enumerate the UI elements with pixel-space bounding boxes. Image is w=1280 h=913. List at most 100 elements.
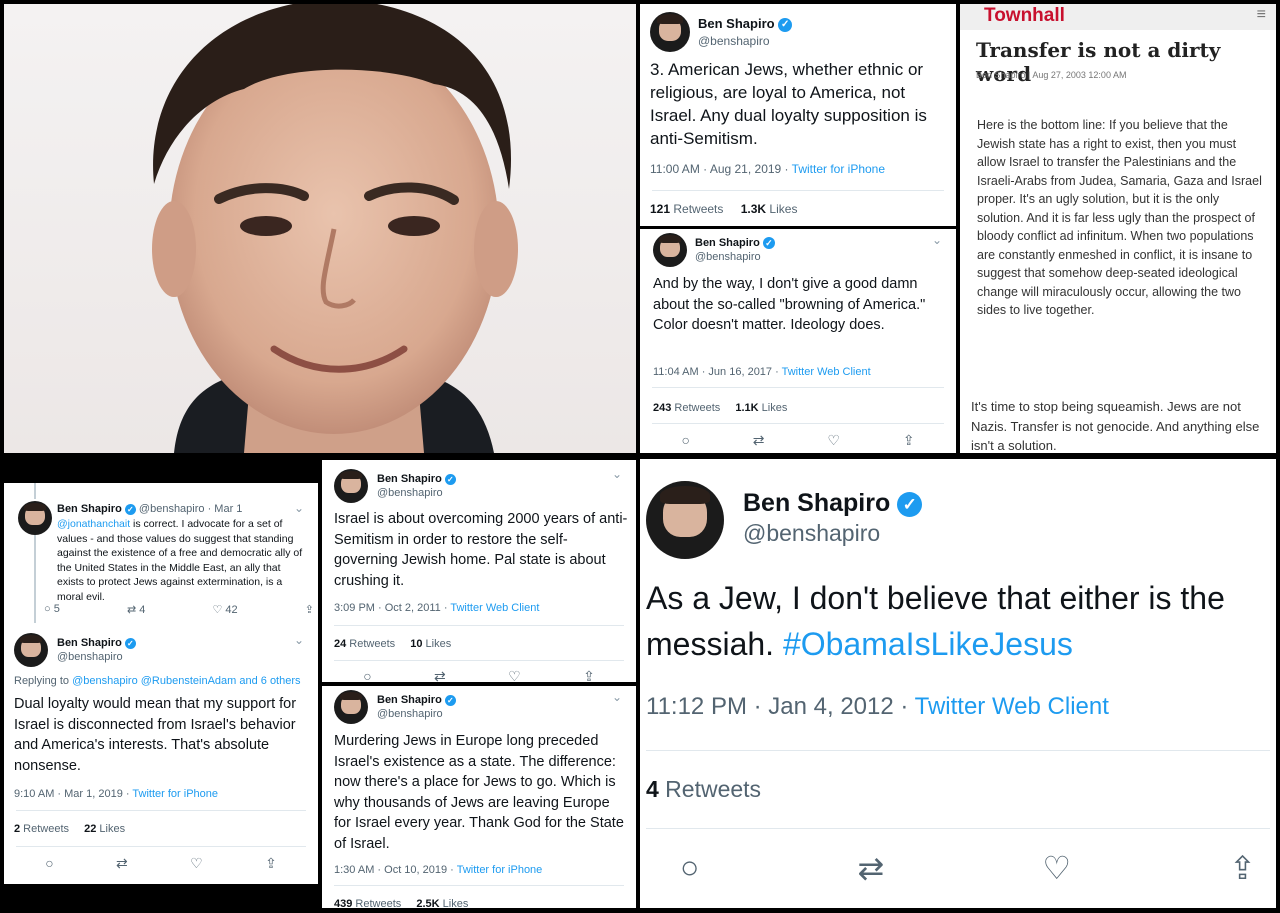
author-handle[interactable]: @benshapiro (743, 520, 880, 547)
divider (334, 660, 624, 661)
tweet-source[interactable]: Twitter for iPhone (792, 162, 885, 176)
mention-link[interactable]: @jonathanchait (57, 518, 130, 530)
author-name[interactable]: Ben Shapiro (698, 16, 775, 31)
thread-line (34, 483, 36, 499)
avatar[interactable] (14, 633, 48, 667)
retweet-count[interactable]: 2 Retweets (14, 823, 69, 835)
like-icon[interactable]: ♡ (1042, 849, 1071, 887)
tweet-timestamp[interactable]: 1:30 AM · Oct 10, 2019 · (334, 864, 457, 876)
author-handle[interactable]: @benshapiro (698, 34, 792, 48)
avatar[interactable] (650, 12, 690, 52)
like-count[interactable]: 1.1K Likes (735, 402, 787, 414)
tweet-timestamp[interactable]: 11:00 AM · Aug 21, 2019 · (650, 162, 792, 176)
avatar[interactable] (18, 501, 52, 535)
reply-icon[interactable]: ○ (680, 849, 699, 887)
parent-tweet-text: @jonathanchait is correct. I advocate fo… (57, 518, 303, 603)
retweet-button[interactable]: ⇄ 4 (127, 603, 145, 616)
article-paragraph: Here is the bottom line: If you believe … (977, 118, 1262, 317)
divider (652, 190, 944, 191)
tweet-card-murdering-jews-europe[interactable]: Ben Shapiro ✓ @benshapiro ⌄ Murdering Je… (322, 686, 636, 908)
replying-to: Replying to @benshapiro @RubensteinAdam … (14, 675, 301, 687)
article-byline: Ben Shapiro | Aug 27, 2003 12:00 AM (976, 70, 1127, 80)
author-name[interactable]: Ben Shapiro (695, 237, 760, 249)
share-icon[interactable]: ⇪ (265, 855, 277, 872)
tweet-card-dual-loyalty-nonsense[interactable]: Ben Shapiro ✓ @benshapiro · Mar 1 ⌄ @jon… (4, 483, 318, 884)
author-handle[interactable]: @benshapiro · Mar 1 (139, 503, 243, 515)
divider (16, 846, 306, 847)
retweet-count[interactable]: 243 Retweets (653, 402, 720, 414)
retweet-icon[interactable]: ⇄ (857, 849, 884, 887)
author-handle[interactable]: @benshapiro (57, 651, 136, 663)
replying-to-links[interactable]: @benshapiro @RubensteinAdam and 6 others (72, 675, 300, 687)
retweet-icon[interactable]: ⇄ (116, 855, 128, 872)
like-icon[interactable]: ♡ (827, 432, 840, 449)
author-name[interactable]: Ben Shapiro (57, 637, 122, 649)
tweet-timestamp[interactable]: 11:04 AM · Jun 16, 2017 · (653, 366, 782, 378)
author-handle[interactable]: @benshapiro (377, 487, 456, 499)
like-button[interactable]: ♡ 42 (212, 603, 237, 616)
tweet-source[interactable]: Twitter Web Client (450, 602, 539, 614)
retweet-icon[interactable]: ⇄ (434, 668, 446, 682)
retweet-icon[interactable]: ⇄ (753, 432, 765, 449)
tweet-timestamp[interactable]: 9:10 AM · Mar 1, 2019 · (14, 788, 132, 800)
tweet-source[interactable]: Twitter Web Client (915, 693, 1109, 720)
retweet-count[interactable]: 4 Retweets (646, 776, 761, 803)
like-count[interactable]: 10 Likes (410, 638, 451, 650)
chevron-down-icon[interactable]: ⌄ (612, 467, 622, 481)
share-icon[interactable]: ⇪ (583, 668, 595, 682)
tweet-text: And by the way, I don't give a good damn… (653, 276, 926, 333)
chevron-down-icon[interactable]: ⌄ (294, 501, 304, 515)
avatar[interactable] (334, 690, 368, 724)
retweet-count[interactable]: 121 Retweets (650, 202, 723, 216)
tweet-text: As a Jew, I don't believe that either is… (646, 580, 1225, 662)
divider (646, 750, 1270, 751)
townhall-header: Townhall ≡ (960, 4, 1276, 30)
author-name[interactable]: Ben Shapiro (377, 473, 442, 485)
retweet-count[interactable]: 439 Retweets (334, 898, 401, 908)
share-icon[interactable]: ⇪ (1229, 849, 1256, 887)
tweet-source[interactable]: Twitter for iPhone (132, 788, 218, 800)
tweet-text: Israel is about overcoming 2000 years of… (334, 511, 628, 589)
share-icon[interactable]: ⇪ (305, 603, 314, 616)
tweet-text: 3. American Jews, whether ethnic or reli… (650, 60, 927, 148)
hashtag-link[interactable]: #ObamaIsLikeJesus (783, 626, 1073, 662)
author-handle[interactable]: @benshapiro (377, 708, 456, 720)
chevron-down-icon[interactable]: ⌄ (612, 690, 622, 704)
tweet-source[interactable]: Twitter Web Client (782, 366, 871, 378)
tweet-card-browning-of-america[interactable]: Ben Shapiro ✓ @benshapiro ⌄ And by the w… (640, 229, 956, 453)
tweet-card-overcoming-antisemitism[interactable]: Ben Shapiro ✓ @benshapiro ⌄ Israel is ab… (322, 460, 636, 682)
chevron-down-icon[interactable]: ⌄ (932, 233, 942, 247)
avatar[interactable] (334, 469, 368, 503)
verified-icon: ✓ (444, 694, 456, 706)
like-count[interactable]: 1.3K Likes (741, 202, 798, 216)
like-icon[interactable]: ♡ (190, 855, 203, 872)
like-count[interactable]: 22 Likes (84, 823, 125, 835)
retweet-count[interactable]: 24 Retweets (334, 638, 395, 650)
tweet-timestamp[interactable]: 3:09 PM · Oct 2, 2011 · (334, 602, 450, 614)
share-icon[interactable]: ⇪ (903, 432, 915, 449)
author-handle[interactable]: @benshapiro (695, 251, 775, 263)
tweet-timestamp[interactable]: 11:12 PM · Jan 4, 2012 · (646, 693, 915, 720)
tweet-card-dual-loyalty-antisemitism[interactable]: Ben Shapiro ✓ @benshapiro 3. American Je… (640, 4, 956, 226)
like-count[interactable]: 2.5K Likes (416, 898, 468, 908)
verified-icon: ✓ (778, 17, 793, 32)
divider (16, 810, 306, 811)
tweet-text: Murdering Jews in Europe long preceded I… (334, 733, 624, 852)
tweet-card-obama-is-like-jesus[interactable]: Ben Shapiro ✓ @benshapiro As a Jew, I do… (640, 459, 1276, 908)
author-name[interactable]: Ben Shapiro (377, 694, 442, 706)
avatar[interactable] (646, 481, 724, 559)
townhall-logo[interactable]: Townhall (984, 5, 1065, 27)
tweet-source[interactable]: Twitter for iPhone (457, 864, 543, 876)
portrait-photo (4, 4, 636, 453)
chevron-down-icon[interactable]: ⌄ (294, 633, 304, 647)
townhall-article: Townhall ≡ Transfer is not a dirty word … (960, 4, 1276, 453)
reply-icon[interactable]: ○ (681, 432, 689, 449)
like-icon[interactable]: ♡ (508, 668, 521, 682)
reply-button[interactable]: ○ 5 (44, 603, 60, 616)
menu-icon[interactable]: ≡ (1257, 6, 1266, 24)
author-name[interactable]: Ben Shapiro (57, 503, 122, 515)
author-name[interactable]: Ben Shapiro (743, 489, 890, 517)
reply-icon[interactable]: ○ (45, 855, 53, 872)
reply-icon[interactable]: ○ (363, 668, 371, 682)
avatar[interactable] (653, 233, 687, 267)
